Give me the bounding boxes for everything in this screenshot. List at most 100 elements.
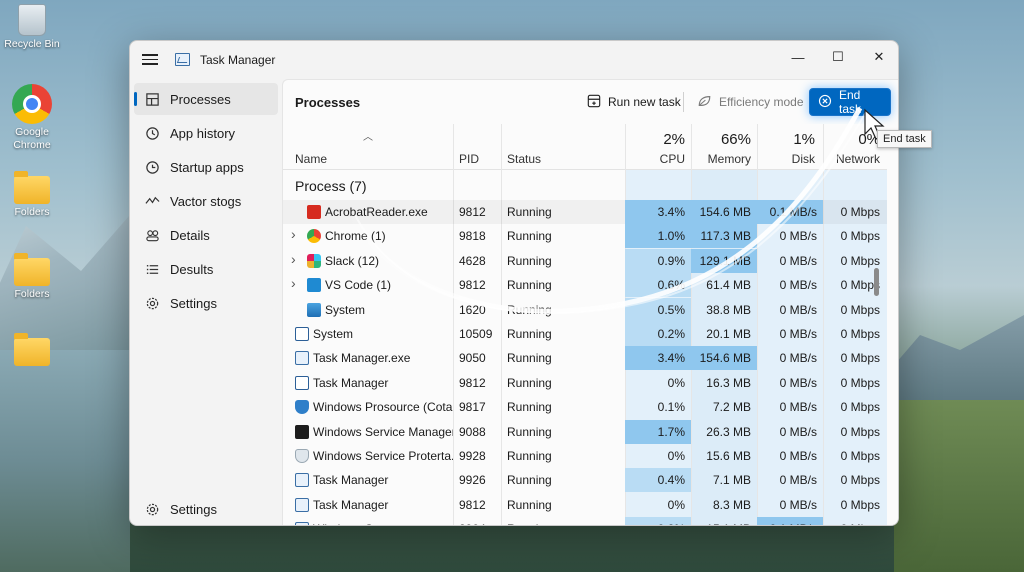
sidebar-item-label: Desults xyxy=(170,261,214,277)
run-new-task-button[interactable]: Run new task xyxy=(579,88,689,116)
sidebar-item-settings[interactable]: Settings xyxy=(134,287,278,319)
desktop-icon-folder-3[interactable] xyxy=(0,332,64,368)
column-header-disk[interactable]: Disk xyxy=(759,152,815,166)
process-disk: 0 MB/s xyxy=(779,497,817,512)
table-row[interactable]: Windows Service Manager 9088 Running 1.7% 26… xyxy=(283,419,887,444)
process-memory: 26.3 MB xyxy=(706,424,751,439)
table-row[interactable]: Task Manager.exe 9050 Running 3.4% 154.6 MB 0… xyxy=(283,346,887,371)
process-name: VS Code (1) xyxy=(325,278,392,293)
table-row[interactable]: Windows Prosource (Cota... 9817 Running 0.1… xyxy=(283,395,887,419)
process-disk: 0 MB/s xyxy=(779,424,817,439)
efficiency-mode-label: Efficiency mode xyxy=(719,95,804,109)
history-icon xyxy=(134,126,170,141)
process-cpu: 0% xyxy=(667,375,685,390)
sidebar-item-processes[interactable]: Processes xyxy=(134,83,278,115)
process-memory: 8.3 MB xyxy=(712,497,751,512)
process-name: System xyxy=(313,327,354,341)
gear-icon xyxy=(134,296,170,311)
process-disk: 0.1 MB/s xyxy=(769,205,817,219)
process-memory: 61.4 MB xyxy=(706,278,751,293)
process-name: AcrobatReader.exe xyxy=(325,205,428,219)
sidebar-item-startup-apps[interactable]: Startup apps xyxy=(134,151,278,183)
desktop-icon-chrome[interactable]: Google Chrome xyxy=(0,84,64,152)
process-name: Chrome (1) xyxy=(325,229,386,244)
process-memory: 15.1 MB xyxy=(693,522,751,525)
folder-icon xyxy=(14,171,50,204)
expand-chevron-icon[interactable]: › xyxy=(291,275,296,291)
desktop-icon-folder[interactable]: Folders xyxy=(0,170,64,218)
process-disk: 0 MB/s xyxy=(779,400,817,415)
desktop-icon-folder-2[interactable]: Folders xyxy=(0,252,64,300)
window-icon xyxy=(295,327,309,341)
efficiency-mode-button[interactable]: Efficiency mode xyxy=(689,88,812,116)
table-row[interactable]: Task Manager 9812 Running 0% 8.3 MB 0 MB/s 0 M… xyxy=(283,493,887,517)
process-cpu: 1.7% xyxy=(657,424,685,439)
sidebar-item-performance[interactable]: Vactor stogs xyxy=(134,185,278,217)
table-row[interactable]: › VS Code (1) 9812 Running 0.6% 61.4 MB 0 MB/s… xyxy=(283,273,887,298)
column-header-status[interactable]: Status xyxy=(507,152,541,166)
table-row[interactable]: AcrobatReader.exe 9812 Running 3.4% 154.6 MB… xyxy=(283,200,887,224)
sidebar-item-label: Settings xyxy=(170,501,217,517)
sidebar-item-services[interactable]: Desults xyxy=(134,253,278,285)
process-status: Running xyxy=(507,473,552,488)
expand-chevron-icon[interactable]: › xyxy=(291,226,296,242)
process-disk: 0 MB/s xyxy=(779,327,817,341)
performance-icon xyxy=(134,194,170,209)
sidebar-item-label: Processes xyxy=(170,91,231,107)
column-header-name[interactable]: Name xyxy=(295,152,327,166)
sort-ascending-icon[interactable]: ︿ xyxy=(363,128,373,143)
expand-chevron-icon[interactable]: › xyxy=(291,251,296,267)
end-task-tooltip: End task xyxy=(877,130,932,148)
sidebar-bottom-settings[interactable]: Settings xyxy=(134,493,278,525)
column-header-network[interactable]: Network xyxy=(823,152,880,166)
task-manager-window: Task Manager — ☐ ✕ Processes App history… xyxy=(129,40,899,526)
column-header-cpu[interactable]: CPU xyxy=(627,152,685,166)
end-task-button[interactable]: End task xyxy=(809,88,891,116)
process-pid: 4628 xyxy=(459,253,486,268)
table-row[interactable]: Windows Sensrat.exe 2904 Running 0.2% 15.1 M… xyxy=(283,517,887,525)
run-new-task-label: Run new task xyxy=(608,95,681,109)
table-row[interactable]: System 1620 Running 0.5% 38.8 MB 0 MB/s 0 Mbps xyxy=(283,297,887,322)
security-icon xyxy=(295,449,309,463)
process-network: 0 Mbps xyxy=(840,302,880,317)
table-row[interactable]: › Slack (12) 4628 Running 0.9% 129.1 MB 0 MB/s… xyxy=(283,248,887,273)
table-row[interactable]: Task Manager 9926 Running 0.4% 7.1 MB 0 MB/s 0… xyxy=(283,468,887,493)
process-memory: 154.6 MB xyxy=(699,205,751,219)
column-header-memory[interactable]: Memory xyxy=(687,152,751,166)
process-pid: 9926 xyxy=(459,473,486,488)
process-disk: 0 MB/s xyxy=(779,302,817,317)
sidebar-item-details[interactable]: Details xyxy=(134,219,278,251)
vertical-scrollbar[interactable] xyxy=(874,268,879,296)
vscode-icon xyxy=(307,278,321,293)
network-total-percent: 0% xyxy=(858,131,880,148)
process-status: Running xyxy=(507,229,552,244)
process-memory: 16.3 MB xyxy=(706,375,751,390)
hamburger-menu-icon[interactable] xyxy=(140,51,160,69)
process-status: Running xyxy=(507,205,552,219)
maximize-button[interactable]: ☐ xyxy=(818,41,858,73)
minimize-button[interactable]: — xyxy=(778,41,818,73)
sidebar-item-app-history[interactable]: App history xyxy=(134,117,278,149)
process-network: 0 Mbps xyxy=(840,473,880,488)
sidebar-item-label: Details xyxy=(170,227,210,243)
title-bar: Task Manager — ☐ ✕ xyxy=(130,41,898,79)
process-status: Running xyxy=(507,449,552,463)
folder-icon xyxy=(14,253,50,286)
process-network: 0 Mbps xyxy=(840,278,880,293)
table-row[interactable]: › Chrome (1) 9818 Running 1.0% 117.3 MB 0 MB/s… xyxy=(283,224,887,249)
process-name: Task Manager.exe xyxy=(313,351,411,366)
process-status: Running xyxy=(507,375,552,390)
column-header-pid[interactable]: PID xyxy=(459,152,479,166)
close-button[interactable]: ✕ xyxy=(859,41,898,73)
process-memory: 117.3 MB xyxy=(700,229,751,244)
table-row[interactable]: Windows Service Protertа... 9928 Running 0%… xyxy=(283,444,887,468)
recycle-bin-icon xyxy=(18,4,46,36)
process-memory: 7.1 MB xyxy=(712,473,751,488)
process-status: Running xyxy=(507,302,552,317)
process-status: Running xyxy=(507,400,552,415)
table-row[interactable]: System 10509 Running 0.2% 20.1 MB 0 MB/s 0 Mbp… xyxy=(283,322,887,346)
table-row[interactable]: Task Manager 9812 Running 0% 16.3 MB 0 MB/s 0 … xyxy=(283,371,887,395)
process-network: 0 Mbps xyxy=(840,400,880,415)
process-cpu: 0.1% xyxy=(657,400,685,415)
desktop-icon-recycle-bin[interactable]: Recycle Bin xyxy=(0,4,64,50)
